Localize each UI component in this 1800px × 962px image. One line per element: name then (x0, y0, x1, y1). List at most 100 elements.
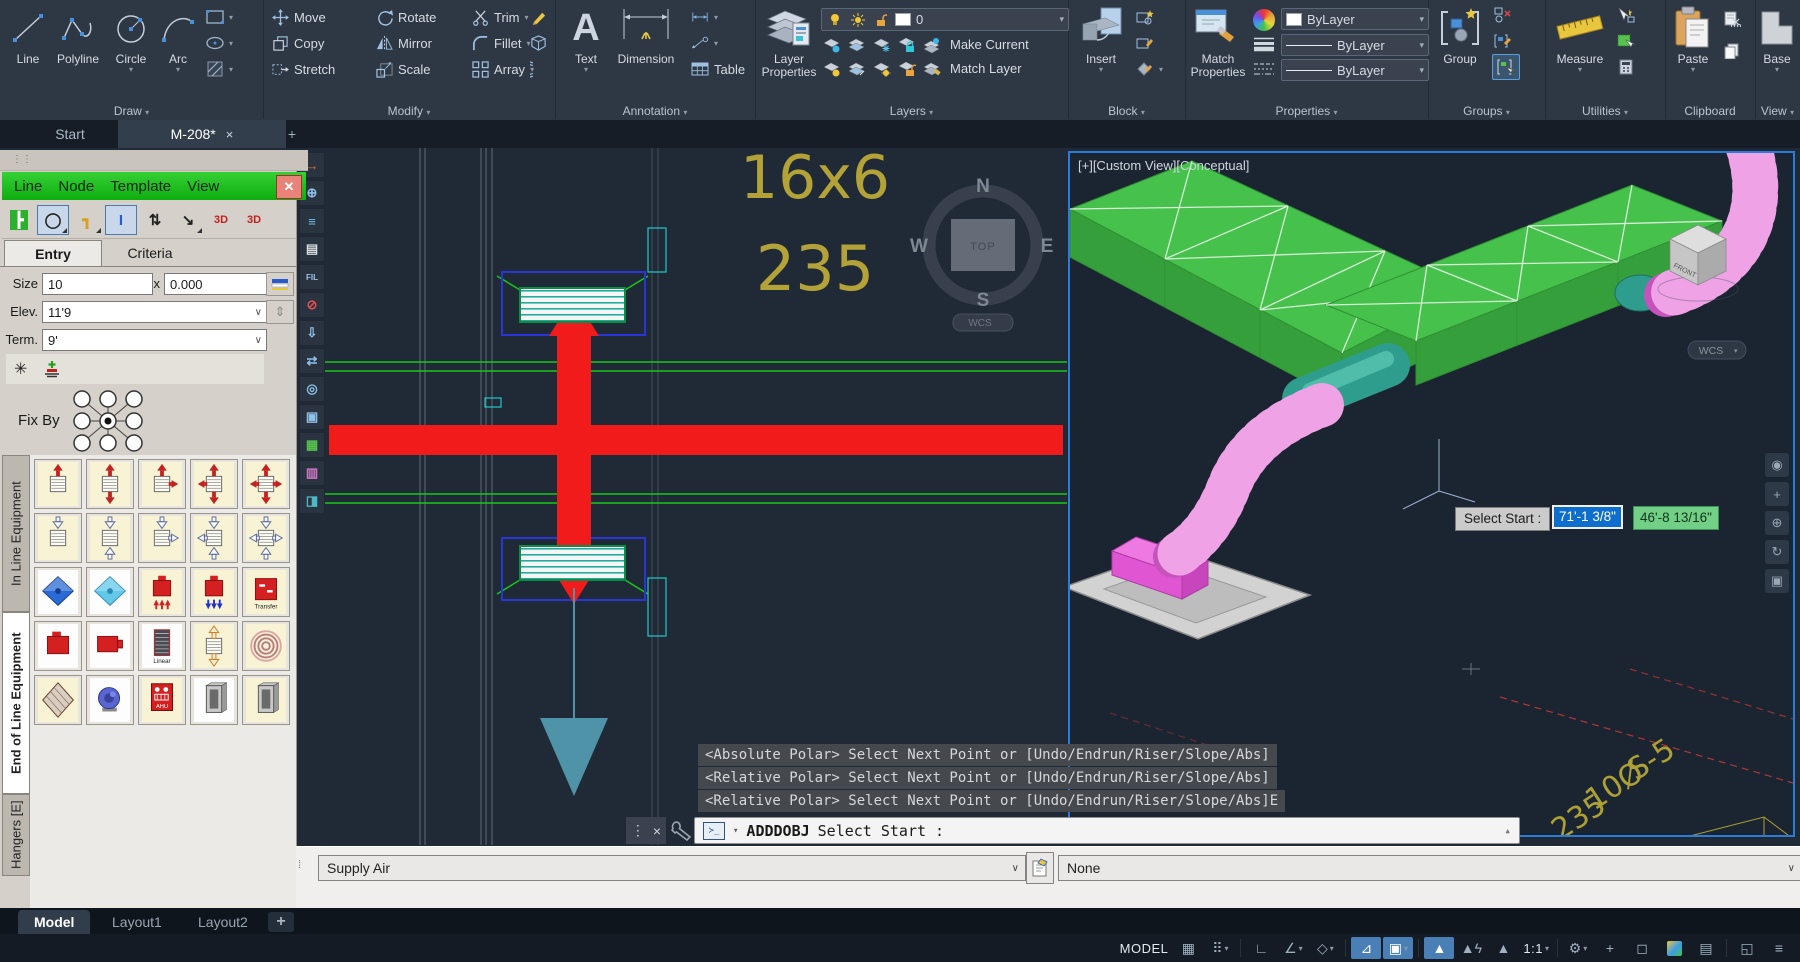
palette-item-diffuser-3way[interactable] (190, 459, 238, 509)
text-button[interactable]: A Text▾ (565, 5, 607, 73)
layer-unlock2-icon[interactable] (896, 59, 918, 78)
leader-button[interactable]: ▾ (691, 32, 718, 54)
section-icon[interactable]: ◨ (299, 488, 325, 514)
fullscreen-icon[interactable]: ◱ (1732, 937, 1762, 959)
object-color-dropdown[interactable]: ByLayer▾ (1281, 8, 1429, 30)
round-duct-icon[interactable]: ◯ (37, 205, 69, 235)
palette-item-supply-grille[interactable] (138, 567, 186, 617)
palette-item-diffuser-1way[interactable] (34, 459, 82, 509)
view-panel-label[interactable]: View ▾ (1755, 104, 1800, 118)
command-dropdown-icon[interactable]: ▾ (733, 826, 738, 836)
clean-screen-icon[interactable]: ▤ (1691, 937, 1721, 959)
attributes-button[interactable]: ▾ (1136, 58, 1163, 80)
slope-icon[interactable]: ↘ (173, 206, 203, 234)
layer-dropdown[interactable]: 0 ▾ (821, 8, 1069, 31)
expand-history-icon[interactable]: ▴ (1504, 824, 1511, 837)
palette-item-transfer-grille[interactable]: Transfer (242, 567, 290, 617)
hatch-button[interactable]: ▾ (206, 58, 233, 80)
fix-by-grid[interactable] (70, 388, 146, 454)
duct-fitting-icon[interactable]: ┣ (4, 206, 34, 234)
new-layout-button[interactable]: + (268, 912, 294, 932)
draw-panel-label[interactable]: Draw ▾ (0, 104, 263, 118)
ellipse-button[interactable]: ▾ (206, 32, 233, 54)
layer-stack-icon[interactable]: ≡ (299, 208, 325, 234)
layer-on-icon[interactable] (821, 59, 843, 78)
dimension-button[interactable]: Dimension (613, 5, 679, 66)
layer-freeze-icon[interactable] (871, 35, 893, 54)
model-space-button[interactable]: MODEL (1117, 937, 1172, 959)
layer-properties-button[interactable]: Layer Properties (761, 5, 817, 79)
size2-input[interactable]: 0.000 (164, 273, 267, 295)
graphics-performance-icon[interactable] (1659, 937, 1689, 959)
copy-clip-button[interactable] (1723, 40, 1741, 62)
measure-button[interactable]: Measure▾ (1551, 5, 1609, 73)
fillet-button[interactable]: Fillet▾ (471, 32, 530, 54)
erase-button[interactable] (529, 6, 547, 28)
3d-edit-icon[interactable]: 3D (239, 206, 269, 234)
explode-button[interactable] (529, 32, 547, 54)
group-button[interactable]: Group (1434, 5, 1486, 66)
no-plot-icon[interactable]: ⊘ (299, 292, 325, 318)
annotation-scale-icon[interactable]: ▲ (1488, 937, 1518, 959)
layer-thaw-icon[interactable] (871, 59, 893, 78)
steering-wheel-icon[interactable]: ◉ (1765, 453, 1789, 477)
quick-calc-button[interactable] (1617, 56, 1635, 78)
customization-menu-icon[interactable]: ≡ (1764, 937, 1794, 959)
palette-item-ahu-unit[interactable]: AHU (138, 675, 186, 725)
palette-item-return-corner[interactable] (138, 513, 186, 563)
viewport-3d[interactable]: [+][Custom View][Conceptual] (1068, 151, 1795, 837)
properties-panel-label[interactable]: Properties ▾ (1185, 104, 1428, 118)
orbit-icon[interactable]: ↻ (1765, 540, 1789, 564)
size-table-button[interactable] (266, 272, 294, 296)
snowflake-icon[interactable]: ✳ (14, 359, 27, 379)
dynamic-input-y[interactable]: 46'-8 13/16" (1633, 506, 1719, 530)
menu-template[interactable]: Template (110, 178, 171, 195)
style-dropdown[interactable]: None∨ (1058, 855, 1800, 881)
palette-close-button[interactable]: ✕ (276, 175, 302, 199)
system-dropdown[interactable]: Supply Air∨ (318, 855, 1026, 881)
edit-block-button[interactable] (1136, 32, 1154, 54)
rotate-button[interactable]: Rotate (375, 6, 436, 28)
customize-wrench-icon[interactable] (670, 819, 692, 841)
symmetry-icon[interactable]: ⇅ (140, 206, 170, 234)
palette-item-frame-opening-1[interactable] (190, 675, 238, 725)
table-button[interactable]: Table (691, 58, 745, 80)
file-tab-start[interactable]: Start (8, 120, 132, 148)
tab-model[interactable]: Model (18, 910, 90, 934)
base-button[interactable]: Base▾ (1757, 5, 1797, 73)
palette-item-return-3way[interactable] (190, 513, 238, 563)
inspect-icon[interactable]: ◎ (299, 376, 325, 402)
palette-item-diffuser-3d-light[interactable] (86, 567, 134, 617)
stretch-button[interactable]: Stretch (271, 58, 335, 80)
palette-item-round-diffuser[interactable] (242, 621, 290, 671)
palette-item-diffuser-3d-dark[interactable] (34, 567, 82, 617)
ungroup-button[interactable] (1494, 4, 1512, 26)
drawing-sheet-icon[interactable]: ▤ (299, 236, 325, 262)
isolate-objects-icon[interactable]: ◻ (1627, 937, 1657, 959)
polar-tracking-icon[interactable]: ∠▾ (1278, 937, 1308, 959)
circle-button[interactable]: Circle▾ (108, 5, 154, 73)
iso-drafting-icon[interactable]: ◇▾ (1310, 937, 1340, 959)
palette-item-frame-opening-2[interactable] (242, 675, 290, 725)
palette-item-linear-grille[interactable]: Linear (138, 621, 186, 671)
overlap-button[interactable] (529, 58, 547, 80)
palette-item-diffuser-corner[interactable] (138, 459, 186, 509)
palette-item-return-2way[interactable] (86, 513, 134, 563)
settings-gear-icon[interactable]: ⚙▾ (1563, 937, 1593, 959)
pan-icon[interactable]: + (1765, 482, 1789, 506)
term-dropdown[interactable]: 9'∨ (42, 329, 267, 351)
viewport-2d-plan[interactable]: 16x6 235 TOP N S W E WCS (325, 148, 1067, 845)
annotation-panel-label[interactable]: Annotation ▾ (555, 104, 755, 118)
lineweight-dropdown[interactable]: ByLayer▾ (1281, 34, 1429, 56)
palette-item-exhaust-box-side[interactable] (86, 621, 134, 671)
annotation-scale-button[interactable]: 1:1▾ (1520, 937, 1552, 959)
make-current-button[interactable]: Make Current (950, 37, 1029, 52)
palette-toggle-icon[interactable]: ▥ (299, 460, 325, 486)
palette-item-fan-unit[interactable] (86, 675, 134, 725)
palette-item-diffuser-4way[interactable] (242, 459, 290, 509)
scale-button[interactable]: Scale (375, 58, 431, 80)
linear-dimension-button[interactable]: ▾ (691, 6, 718, 28)
stamp-icon[interactable] (43, 360, 61, 378)
tab-layout2[interactable]: Layout2 (182, 910, 264, 934)
mirror-button[interactable]: Mirror (375, 32, 432, 54)
